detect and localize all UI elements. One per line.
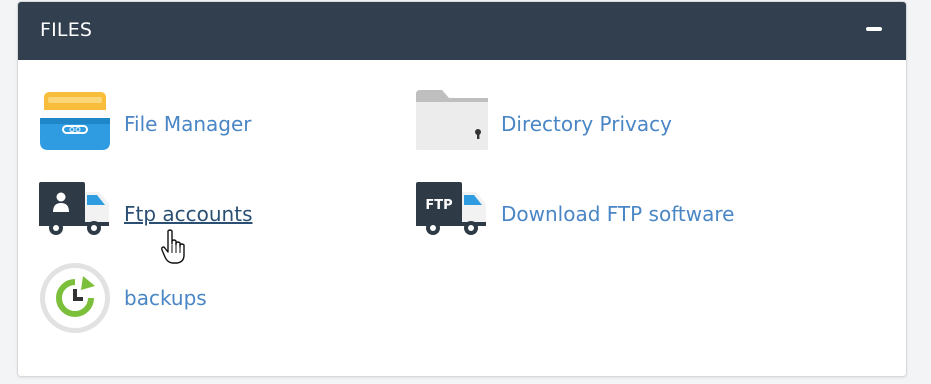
minus-icon bbox=[866, 27, 882, 31]
ftp-accounts-item[interactable]: Ftp accounts bbox=[39, 178, 339, 250]
backups-label[interactable]: backups bbox=[124, 286, 207, 310]
ftp-accounts-icon bbox=[39, 178, 111, 250]
files-panel: FILES File Manager Directory Privacy Ftp… bbox=[17, 1, 907, 377]
directory-privacy-item[interactable]: Directory Privacy bbox=[416, 88, 736, 160]
directory-privacy-icon bbox=[416, 88, 488, 160]
panel-header: FILES bbox=[18, 2, 906, 60]
file-manager-label[interactable]: File Manager bbox=[124, 112, 252, 136]
directory-privacy-label[interactable]: Directory Privacy bbox=[501, 112, 672, 136]
file-manager-item[interactable]: File Manager bbox=[39, 88, 339, 160]
collapse-button[interactable] bbox=[864, 16, 884, 42]
download-ftp-software-label[interactable]: Download FTP software bbox=[501, 202, 734, 226]
backups-item[interactable]: backups bbox=[39, 262, 299, 334]
ftp-truck-icon: FTP bbox=[416, 178, 488, 250]
panel-title: FILES bbox=[40, 19, 93, 41]
download-ftp-software-item[interactable]: FTP Download FTP software bbox=[416, 178, 756, 250]
file-manager-icon bbox=[39, 88, 111, 160]
backups-icon bbox=[39, 262, 111, 334]
ftp-badge-text: FTP bbox=[425, 198, 452, 213]
ftp-accounts-label[interactable]: Ftp accounts bbox=[124, 202, 253, 226]
